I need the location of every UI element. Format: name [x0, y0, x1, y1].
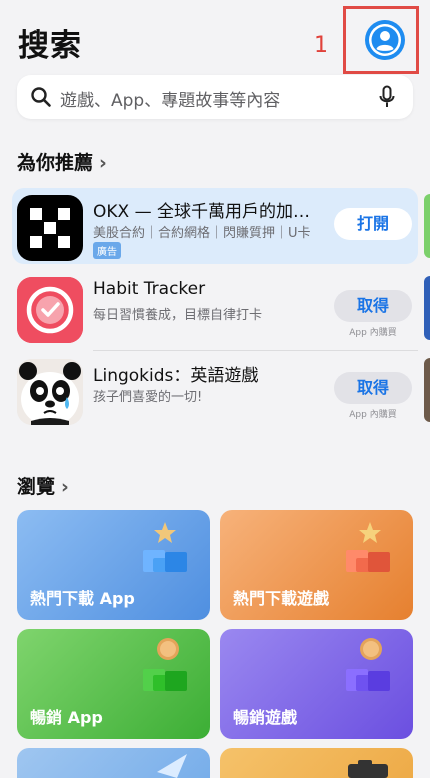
lingokids-app-icon [17, 359, 83, 425]
card-label: 暢銷遊戲 [233, 708, 298, 727]
open-button[interactable]: 打開 [334, 208, 412, 240]
get-button[interactable]: 取得 [334, 290, 412, 322]
divider [93, 350, 418, 351]
account-button[interactable] [365, 20, 405, 60]
person-icon [369, 24, 401, 56]
list-item[interactable]: Lingokids：英語遊戲 孩子們喜愛的一切! 取得 App 內購買 [12, 352, 418, 428]
card-label: 熱門下載 App [30, 589, 135, 608]
next-page-peek [424, 358, 430, 422]
header: 搜索 1 [0, 0, 430, 74]
next-page-peek [424, 194, 430, 258]
app-subtitle: 美股合約｜合約網格｜閃賺質押｜U卡 [93, 226, 311, 241]
card-partial[interactable] [220, 748, 413, 778]
camera-icon [348, 760, 388, 778]
list-item[interactable]: Habit Tracker 每日習慣養成，目標自律打卡 取得 App 內購買 [12, 270, 418, 346]
card-top-free-apps[interactable]: 熱門下載 App [17, 510, 210, 620]
section-title-recommend-label: 為你推薦 [17, 152, 94, 174]
search-icon [31, 87, 51, 107]
section-title-browse[interactable]: 瀏覽 › [17, 472, 69, 499]
card-partial[interactable] [17, 748, 210, 778]
list-item[interactable]: OKX — 全球千萬用戶的加… 美股合約｜合約網格｜閃賺質押｜U卡 廣告 打開 [12, 188, 418, 264]
get-button[interactable]: 取得 [334, 372, 412, 404]
app-name: Lingokids：英語遊戲 [93, 366, 259, 386]
chevron-right-icon: › [61, 476, 69, 498]
next-page-peek [424, 276, 430, 340]
card-label: 暢銷 App [30, 708, 103, 727]
app-subtitle: 孩子們喜愛的一切! [93, 390, 203, 405]
annotation-highlight-box [343, 6, 419, 74]
page-title: 搜索 [18, 28, 82, 64]
card-top-grossing-games[interactable]: 暢銷遊戲 [220, 629, 413, 739]
okx-app-icon [17, 195, 83, 261]
microphone-icon[interactable] [377, 85, 397, 109]
in-app-purchase-note: App 內購買 [349, 410, 397, 420]
annotation-number: 1 [314, 33, 328, 58]
section-title-recommend[interactable]: 為你推薦 › [17, 148, 107, 175]
app-name: Habit Tracker [93, 279, 206, 299]
card-label: 熱門下載遊戲 [233, 589, 330, 608]
card-top-grossing-apps[interactable]: 暢銷 App [17, 629, 210, 739]
card-top-free-games[interactable]: 熱門下載遊戲 [220, 510, 413, 620]
search-bar[interactable]: 遊戲、App、專題故事等內容 [17, 75, 413, 119]
paper-plane-icon [157, 754, 187, 778]
app-subtitle: 每日習慣養成，目標自律打卡 [93, 308, 263, 323]
in-app-purchase-note: App 內購買 [349, 328, 397, 338]
app-name: OKX — 全球千萬用戶的加… [93, 202, 310, 222]
ad-badge: 廣告 [93, 242, 121, 259]
section-title-browse-label: 瀏覽 [17, 476, 56, 498]
search-input[interactable]: 遊戲、App、專題故事等內容 [60, 86, 280, 111]
habit-tracker-app-icon [17, 277, 83, 343]
chevron-right-icon: › [99, 152, 107, 174]
